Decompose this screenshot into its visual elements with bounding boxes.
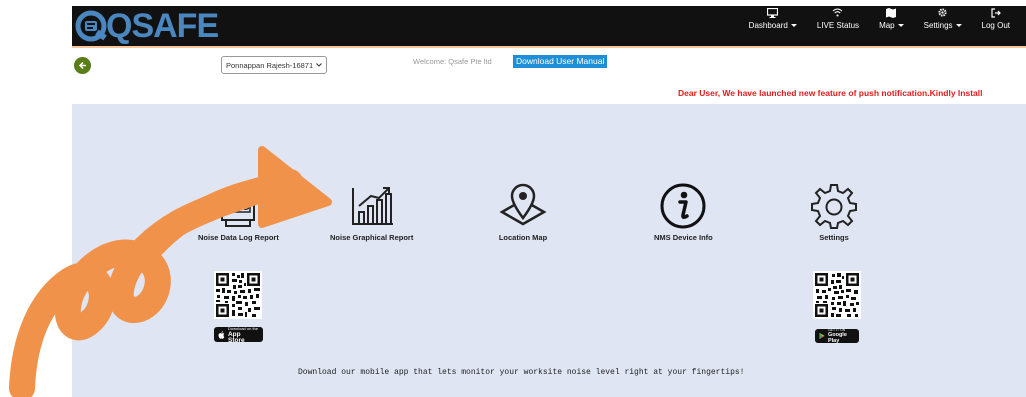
page: QSAFE Dashboard LIVE Status Map Settings <box>0 0 1026 397</box>
tile-location-map[interactable]: Location Map <box>498 183 548 242</box>
app-store-text: App Store <box>227 330 245 344</box>
map-pin-icon <box>498 174 548 230</box>
log-icon: LOG <box>218 186 258 230</box>
tile-settings[interactable]: Settings <box>810 184 858 242</box>
logo-text: QSAFE <box>106 7 219 45</box>
download-manual-button[interactable]: Download User Manual <box>513 55 608 68</box>
tile-label: Location Map <box>498 233 548 242</box>
user-select-value: Ponnappan Rajesh-16871 <box>226 60 314 70</box>
main-panel <box>72 104 1026 397</box>
chevron-down-icon <box>955 24 962 28</box>
chevron-down-icon <box>897 24 904 28</box>
tile-label: NMS Device Info <box>654 233 713 242</box>
qsafe-logo[interactable]: QSAFE <box>74 7 219 45</box>
gear-icon <box>938 6 947 19</box>
nav-map-label: Map <box>879 21 895 30</box>
wifi-icon <box>832 6 843 19</box>
chevron-down-icon <box>790 24 797 28</box>
svg-text:LOG: LOG <box>228 202 250 213</box>
tile-label: Settings <box>819 233 849 242</box>
logo-q-icon <box>75 10 107 42</box>
welcome-text: Welcome: Qsafe Pte ltd <box>413 57 492 66</box>
user-select-dropdown[interactable]: Ponnappan Rajesh-16871 <box>221 56 327 74</box>
nav-settings[interactable]: Settings <box>914 6 972 40</box>
nav-divider <box>72 46 1026 48</box>
qr-code-appstore <box>214 271 262 319</box>
google-play-badge[interactable]: GET IT ON Google Play <box>815 328 859 344</box>
back-button[interactable] <box>74 57 91 74</box>
nav-live-status-label: LIVE Status <box>816 21 860 30</box>
nav-dashboard-label: Dashboard <box>748 21 788 30</box>
chevron-down-icon <box>316 63 322 67</box>
nav-logout[interactable]: Log Out <box>972 6 1020 40</box>
tile-label: Noise Graphical Report <box>330 233 414 242</box>
tile-nms-device-info[interactable]: NMS Device Info <box>654 183 713 242</box>
tile-noise-data-log-report[interactable]: LOG Noise Data Log Report <box>198 186 279 242</box>
tile-label: Noise Data Log Report <box>198 233 279 242</box>
bar-chart-icon <box>349 174 395 230</box>
nav-map[interactable]: Map <box>869 6 914 40</box>
qr-code-googleplay <box>813 271 861 319</box>
google-play-icon <box>819 332 825 340</box>
nav-live-status[interactable]: LIVE Status <box>807 6 869 40</box>
apple-icon <box>218 330 225 339</box>
monitor-icon <box>767 6 779 19</box>
nav-dashboard[interactable]: Dashboard <box>739 6 807 40</box>
google-play-text: Google Play <box>827 332 847 344</box>
nav-settings-label: Settings <box>923 21 953 30</box>
logout-icon <box>991 6 1001 19</box>
info-icon <box>659 174 707 230</box>
app-store-badge[interactable]: Download on the App Store <box>214 326 263 344</box>
arrow-left-icon <box>78 61 86 70</box>
map-icon <box>886 6 897 19</box>
notification-ticker: Dear User, We have launched new feature … <box>678 88 983 98</box>
gear-icon <box>810 174 858 230</box>
mobile-app-note: Download our mobile app that lets monito… <box>298 368 745 377</box>
main-nav: Dashboard LIVE Status Map Settings Log O… <box>739 6 1020 40</box>
nav-logout-label: Log Out <box>981 21 1010 30</box>
tile-noise-graphical-report[interactable]: Noise Graphical Report <box>330 186 413 242</box>
